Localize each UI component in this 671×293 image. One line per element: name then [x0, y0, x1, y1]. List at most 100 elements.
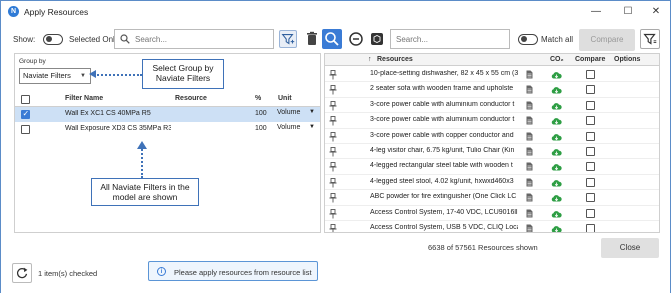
left-search-box[interactable] — [114, 29, 274, 49]
co2-cloud-icon — [551, 210, 562, 218]
minus-circle-icon[interactable] — [347, 30, 365, 48]
compare-checkbox[interactable] — [586, 116, 595, 126]
resource-row[interactable]: 10-place-setting dishwasher, 82 x 45 x 5… — [325, 67, 659, 83]
pin-icon[interactable] — [329, 70, 337, 80]
delete-icon[interactable] — [303, 30, 321, 48]
group-by-select[interactable]: Naviate Filters ▼ — [19, 68, 91, 84]
chevron-down-icon: ▼ — [80, 73, 86, 79]
filter-row[interactable]: Wall Exposure XD3 CS 35MPa R3 100 Volume… — [15, 122, 320, 137]
pin-icon[interactable] — [329, 85, 337, 95]
document-icon[interactable] — [526, 147, 533, 156]
info-message: Please apply resources from resource lis… — [174, 268, 312, 277]
unit-value: Volume — [277, 124, 301, 131]
resource-name: 10-place-setting dishwasher, 82 x 45 x 5… — [370, 70, 518, 77]
co2-cloud-icon — [551, 179, 562, 187]
document-icon[interactable] — [526, 70, 533, 79]
pin-icon[interactable] — [329, 162, 337, 172]
compare-checkbox[interactable] — [586, 177, 595, 187]
info-message-box: i Please apply resources from resource l… — [148, 261, 318, 281]
co2-cloud-icon — [551, 102, 562, 110]
package-icon[interactable] — [368, 30, 386, 48]
resource-row[interactable]: 2 seater sofa with wooden frame and upho… — [325, 82, 659, 98]
compare-checkbox[interactable] — [586, 208, 595, 218]
filter-percent: 100 — [255, 125, 267, 132]
unit-select[interactable]: Volume ▼ — [277, 124, 317, 135]
pin-icon[interactable] — [329, 177, 337, 188]
resource-name: 3-core power cable with aluminium conduc… — [370, 100, 515, 108]
filter-row[interactable]: Wall Ex XC1 CS 40MPa R5 100 Volume ▼ — [15, 107, 320, 122]
co2-cloud-icon — [551, 195, 562, 202]
pin-icon[interactable] — [329, 224, 337, 233]
right-search-input[interactable] — [396, 33, 490, 46]
resource-row[interactable]: 3-core power cable with copper conductor… — [325, 129, 659, 144]
co2-cloud-icon — [551, 133, 562, 141]
window-title: Apply Resources — [24, 7, 89, 17]
resource-row[interactable]: Access Control System, 17-40 VDC, LCU901… — [325, 206, 659, 221]
co2-cloud-icon — [551, 226, 562, 232]
column-header-compare: Compare — [575, 56, 606, 63]
resource-row[interactable]: ABC powder for fire extinguisher (One Cl… — [325, 190, 659, 206]
bottom-bar: 1 item(s) checked i Please apply resourc… — [1, 258, 670, 293]
compare-button[interactable]: Compare — [579, 29, 635, 51]
select-all-checkbox[interactable] — [21, 95, 30, 104]
resource-row[interactable]: 4-legged rectangular steel table with wo… — [325, 159, 659, 175]
document-icon[interactable] — [526, 162, 533, 171]
compare-checkbox[interactable] — [586, 193, 595, 203]
pin-icon[interactable] — [329, 193, 337, 203]
document-icon[interactable] — [526, 116, 533, 125]
right-search-box[interactable] — [390, 29, 510, 49]
resource-row[interactable]: 3-core power cable with aluminium conduc… — [325, 98, 659, 114]
unit-select[interactable]: Volume ▼ — [277, 109, 317, 120]
document-icon[interactable] — [526, 132, 533, 141]
compare-checkbox[interactable] — [586, 100, 595, 110]
resource-name: ABC powder for fire extinguisher (One Cl… — [370, 193, 517, 201]
group-by-label: Group by — [19, 58, 46, 65]
left-search-input[interactable] — [135, 33, 269, 46]
co2-cloud-icon — [551, 164, 562, 171]
row-checkbox[interactable] — [21, 109, 30, 119]
filter-settings-icon[interactable] — [640, 29, 660, 49]
pin-icon[interactable] — [329, 208, 337, 219]
checked-count: 1 item(s) checked — [38, 269, 98, 278]
document-icon[interactable] — [526, 209, 533, 218]
row-checkbox[interactable] — [21, 125, 30, 134]
close-window-button[interactable]: ✕ — [645, 4, 667, 20]
compare-checkbox[interactable] — [586, 70, 595, 79]
selected-only-toggle[interactable] — [43, 34, 63, 45]
document-icon[interactable] — [526, 224, 533, 233]
chevron-down-icon: ▼ — [309, 124, 315, 130]
column-header-percent: % — [255, 95, 262, 102]
column-header-resource: Resource — [175, 95, 207, 102]
compare-checkbox[interactable] — [586, 162, 595, 172]
show-label: Show: — [13, 35, 36, 44]
document-icon[interactable] — [526, 193, 533, 202]
resource-row[interactable]: 4-leg visitor chair, 6.75 kg/unit, Tulio… — [325, 144, 659, 160]
refresh-icon[interactable] — [12, 263, 32, 283]
pin-icon[interactable] — [329, 147, 337, 157]
resource-row[interactable]: 4-legged steel stool, 4.02 kg/unit, hxwx… — [325, 175, 659, 191]
match-all-toggle[interactable] — [518, 34, 538, 45]
chevron-down-icon: ▼ — [309, 109, 315, 115]
compare-checkbox[interactable] — [586, 85, 595, 95]
filter-apply-icon[interactable] — [279, 30, 297, 48]
compare-checkbox[interactable] — [586, 147, 595, 156]
resources-panel: ↑ Resources CO₂ Compare Options 10-place… — [324, 53, 660, 233]
compare-checkbox[interactable] — [586, 224, 595, 232]
minimize-button[interactable]: — — [585, 4, 607, 20]
resource-name: 3-core power cable with aluminium conduc… — [370, 116, 515, 124]
maximize-button[interactable]: ☐ — [617, 4, 639, 20]
compare-checkbox[interactable] — [586, 131, 595, 141]
resource-row[interactable]: 3-core power cable with aluminium conduc… — [325, 113, 659, 129]
document-icon[interactable] — [526, 178, 533, 187]
pin-icon[interactable] — [329, 116, 337, 126]
pin-icon[interactable] — [329, 131, 337, 142]
resource-row[interactable]: Access Control System, USB 5 VDC, CLIQ L… — [325, 221, 659, 233]
info-icon: i — [157, 267, 166, 276]
sort-asc-icon[interactable]: ↑ — [368, 56, 372, 63]
document-icon[interactable] — [526, 85, 533, 94]
pin-icon[interactable] — [329, 100, 337, 111]
column-header-resources[interactable]: Resources — [377, 56, 413, 63]
search-resources-button[interactable] — [322, 29, 342, 49]
document-icon[interactable] — [526, 101, 533, 110]
close-button[interactable]: Close — [601, 238, 659, 258]
